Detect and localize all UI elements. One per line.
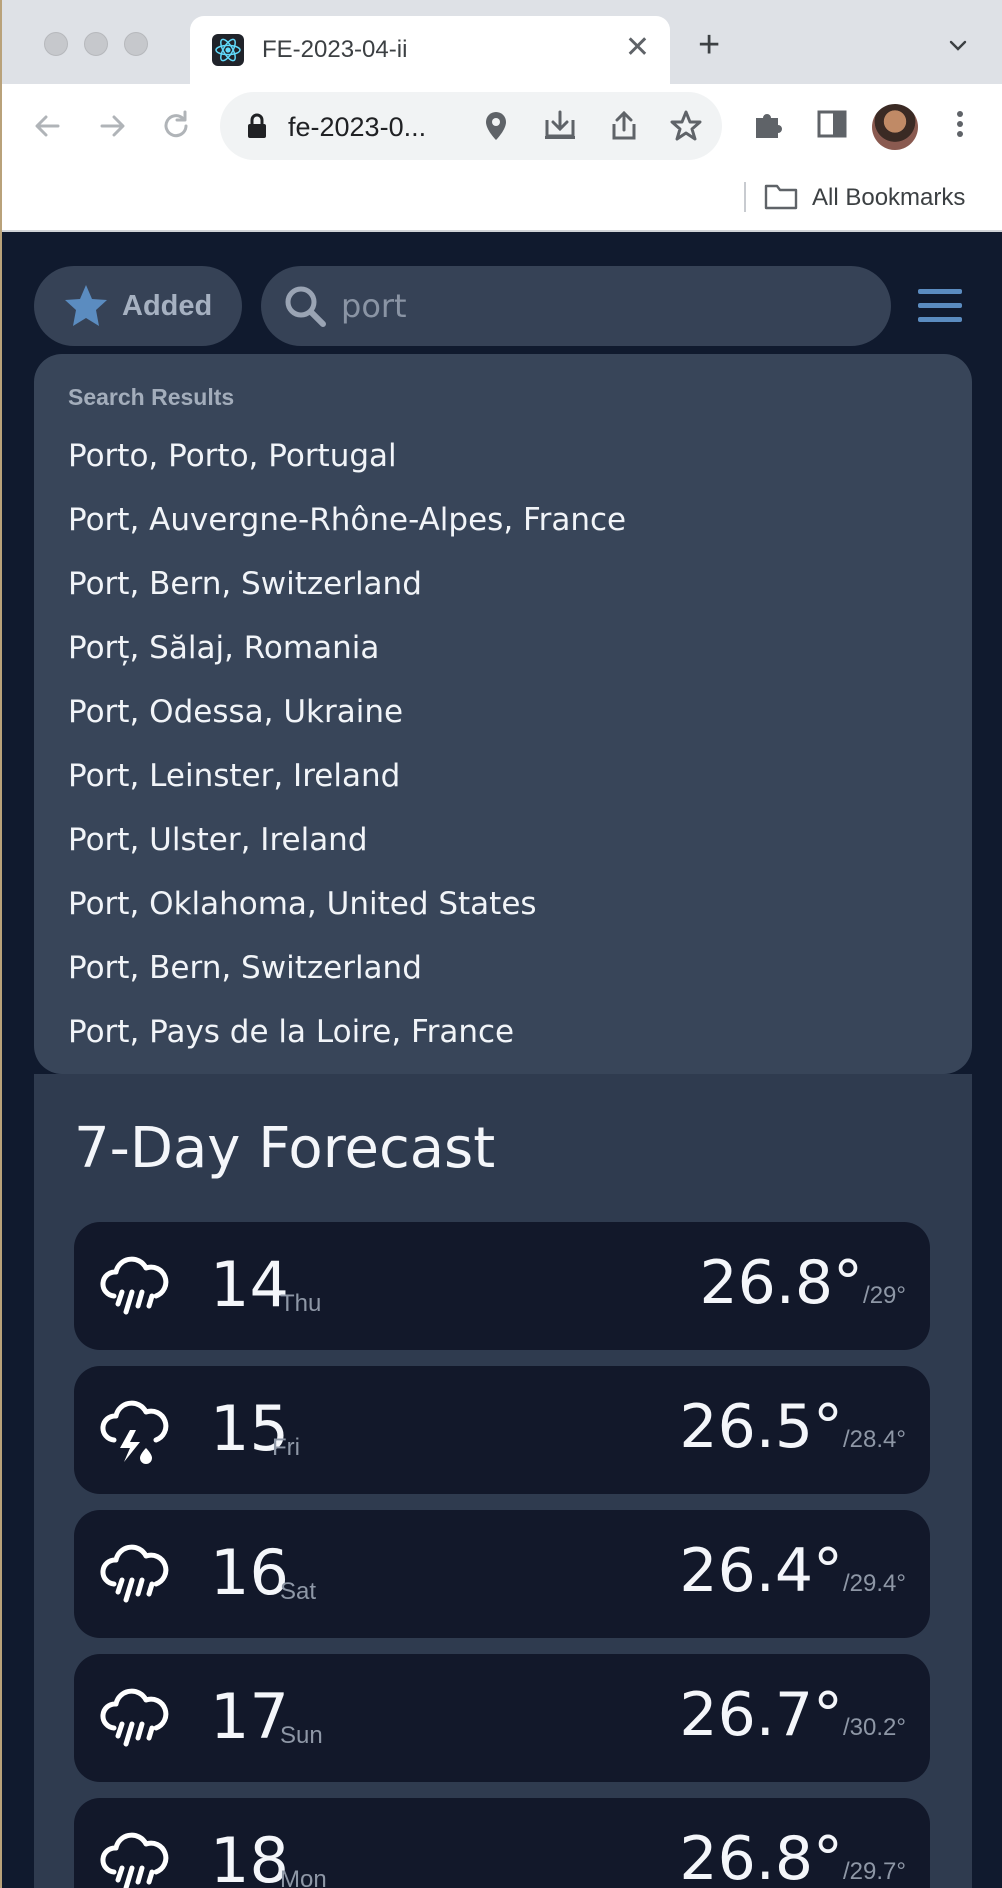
forecast-day-row[interactable]: 14 Thu 26.8°/29° (74, 1222, 930, 1350)
location-search[interactable] (261, 266, 891, 346)
temperature: 26.4°/29.4° (679, 1536, 906, 1606)
search-result-item[interactable]: Porto, Porto, Portugal (68, 438, 397, 474)
search-result-item[interactable]: Port, Auvergne-Rhône-Alpes, France (68, 502, 626, 538)
thunderstorm-icon (100, 1400, 169, 1464)
more-menu-icon[interactable] (942, 106, 978, 142)
bookmarks-bar: All Bookmarks (2, 170, 1002, 232)
temp-high: 26.7° (679, 1680, 844, 1750)
search-result-item[interactable]: Port, Ulster, Ireland (68, 822, 368, 858)
star-icon (65, 285, 107, 326)
react-icon (212, 34, 244, 66)
rain-icon (100, 1688, 169, 1747)
folder-icon (764, 184, 798, 210)
browser-toolbar: fe-2023-0... (2, 84, 1002, 170)
temp-low: /29° (863, 1282, 906, 1309)
temperature: 26.8°/29° (699, 1248, 906, 1318)
tab-search-chevron-icon[interactable] (948, 36, 968, 56)
bookmark-star-icon[interactable] (668, 108, 704, 144)
temp-low: /29.4° (843, 1570, 906, 1597)
temperature: 26.8°/29.7° (679, 1824, 906, 1888)
maximize-window-button[interactable] (124, 32, 148, 56)
day-number: 17 (210, 1680, 289, 1753)
forecast-day-row[interactable]: 16 Sat 26.4°/29.4° (74, 1510, 930, 1638)
added-label: Added (122, 290, 213, 322)
forward-icon[interactable] (92, 106, 132, 146)
forecast-day-row[interactable]: 17 Sun 26.7°/30.2° (74, 1654, 930, 1782)
reload-icon[interactable] (156, 106, 196, 146)
tab-strip: FE-2023-04-ii ✕ + (2, 0, 1002, 84)
day-name: Fri (272, 1434, 300, 1461)
forecast-day-row[interactable]: 15 Fri 26.5°/28.4° (74, 1366, 930, 1494)
search-results-dropdown: Search Results Porto, Porto, Portugal Po… (34, 354, 972, 1074)
day-name: Thu (280, 1290, 322, 1317)
search-icon (285, 286, 326, 327)
search-results-heading: Search Results (68, 384, 235, 410)
share-icon[interactable] (606, 108, 642, 144)
all-bookmarks-link[interactable]: All Bookmarks (812, 184, 965, 212)
close-window-button[interactable] (44, 32, 68, 56)
bookmarks-separator (744, 182, 746, 212)
temp-low: /28.4° (843, 1426, 906, 1453)
url-text: fe-2023-0... (288, 112, 427, 142)
address-bar[interactable]: fe-2023-0... (220, 92, 722, 160)
back-icon[interactable] (28, 106, 68, 146)
tab-title: FE-2023-04-ii (262, 36, 408, 63)
rain-icon (100, 1832, 169, 1888)
day-number: 18 (210, 1824, 289, 1888)
profile-avatar[interactable] (872, 104, 918, 150)
side-panel-icon[interactable] (814, 106, 850, 142)
weather-app: Added Search Results Porto, Porto, Portu… (2, 232, 1002, 1888)
search-result-item[interactable]: Port, Oklahoma, United States (68, 886, 537, 922)
search-result-item[interactable]: Port, Leinster, Ireland (68, 758, 400, 794)
temp-high: 26.8° (679, 1824, 844, 1888)
day-number: 14 (210, 1248, 289, 1321)
temp-low: /30.2° (843, 1714, 906, 1741)
minimize-window-button[interactable] (84, 32, 108, 56)
day-name: Mon (280, 1866, 327, 1888)
day-name: Sun (280, 1722, 323, 1749)
active-tab[interactable]: FE-2023-04-ii ✕ (190, 16, 670, 84)
search-result-item[interactable]: Port, Bern, Switzerland (68, 950, 422, 986)
temperature: 26.5°/28.4° (679, 1392, 906, 1462)
day-number: 16 (210, 1536, 289, 1609)
search-result-item[interactable]: Port, Odessa, Ukraine (68, 694, 403, 730)
forecast-title: 7-Day Forecast (74, 1116, 496, 1181)
search-input[interactable] (341, 280, 861, 332)
lock-icon[interactable] (242, 110, 272, 142)
rain-icon (100, 1256, 169, 1315)
rain-icon (100, 1544, 169, 1603)
install-app-icon[interactable] (542, 108, 578, 144)
extensions-icon[interactable] (750, 106, 786, 142)
added-favorites-button[interactable]: Added (34, 266, 242, 346)
new-tab-button[interactable]: + (698, 26, 720, 64)
location-pin-icon[interactable] (478, 108, 514, 144)
search-result-item[interactable]: Port, Pays de la Loire, France (68, 1014, 514, 1050)
hamburger-menu-icon[interactable] (916, 286, 964, 326)
browser-window: FE-2023-04-ii ✕ + fe-2023-0... All Bookm… (2, 0, 1002, 1888)
temperature: 26.7°/30.2° (679, 1680, 906, 1750)
temp-high: 26.4° (679, 1536, 844, 1606)
temp-low: /29.7° (843, 1858, 906, 1885)
search-result-item[interactable]: Porț, Sălaj, Romania (68, 630, 379, 666)
day-name: Sat (280, 1578, 317, 1605)
temp-high: 26.8° (699, 1248, 864, 1318)
seven-day-forecast-panel: 7-Day Forecast 14 Thu 26.8°/29° 15 Fri 2… (34, 1074, 972, 1888)
search-result-item[interactable]: Port, Bern, Switzerland (68, 566, 422, 602)
tab-close-icon[interactable]: ✕ (625, 30, 650, 65)
temp-high: 26.5° (679, 1392, 844, 1462)
forecast-day-row[interactable]: 18 Mon 26.8°/29.7° (74, 1798, 930, 1888)
